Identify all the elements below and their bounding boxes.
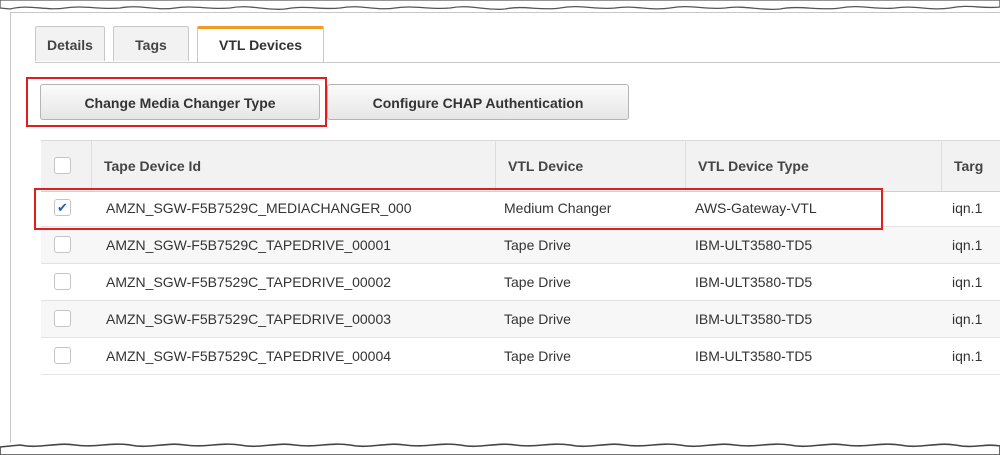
row-checkbox[interactable]	[54, 347, 71, 364]
table-row[interactable]: AMZN_SGW-F5B7529C_TAPEDRIVE_00004 Tape D…	[41, 338, 1000, 375]
vtl-device-cell: Tape Drive	[504, 311, 571, 327]
tape-device-id-cell: AMZN_SGW-F5B7529C_TAPEDRIVE_00001	[106, 237, 392, 253]
tab-details[interactable]: Details	[35, 26, 105, 61]
vtl-device-cell: Tape Drive	[504, 237, 571, 253]
target-cell: iqn.1	[952, 348, 983, 364]
column-header-tape-device-id[interactable]: Tape Device Id	[91, 141, 495, 191]
target-cell: iqn.1	[952, 200, 983, 216]
vtl-device-cell: Tape Drive	[504, 274, 571, 290]
vtl-device-type-cell: IBM-ULT3580-TD5	[695, 237, 813, 253]
vtl-device-type-cell: IBM-ULT3580-TD5	[695, 274, 813, 290]
vtl-device-cell: Tape Drive	[504, 348, 571, 364]
table-row[interactable]: AMZN_SGW-F5B7529C_TAPEDRIVE_00003 Tape D…	[41, 301, 1000, 338]
tape-device-id-cell: AMZN_SGW-F5B7529C_TAPEDRIVE_00002	[106, 274, 392, 290]
tape-device-id-cell: AMZN_SGW-F5B7529C_MEDIACHANGER_000	[106, 200, 412, 216]
row-checkbox[interactable]: ✔	[54, 199, 71, 216]
row-checkbox[interactable]	[54, 310, 71, 327]
vtl-device-type-cell: IBM-ULT3580-TD5	[695, 348, 813, 364]
vtl-device-type-cell: AWS-Gateway-VTL	[695, 200, 817, 216]
target-cell: iqn.1	[952, 311, 983, 327]
tab-tags[interactable]: Tags	[113, 26, 189, 61]
row-checkbox[interactable]	[54, 273, 71, 290]
configure-chap-authentication-button[interactable]: Configure CHAP Authentication	[327, 84, 629, 120]
vtl-device-cell: Medium Changer	[504, 200, 612, 216]
row-checkbox[interactable]	[54, 236, 71, 253]
header-select-all-cell	[41, 141, 91, 191]
change-media-changer-type-button[interactable]: Change Media Changer Type	[40, 84, 320, 120]
vtl-device-type-cell: IBM-ULT3580-TD5	[695, 311, 813, 327]
tab-vtl-devices[interactable]: VTL Devices	[197, 26, 324, 63]
tab-bar-divider	[35, 62, 1000, 63]
checkmark-icon: ✔	[57, 200, 68, 215]
table-header: Tape Device Id VTL Device VTL Device Typ…	[41, 140, 1000, 192]
tape-device-id-cell: AMZN_SGW-F5B7529C_TAPEDRIVE_00004	[106, 348, 392, 364]
column-header-vtl-device[interactable]: VTL Device	[495, 141, 685, 191]
torn-edge-bottom	[0, 443, 1000, 455]
column-header-vtl-device-type[interactable]: VTL Device Type	[685, 141, 941, 191]
table-row[interactable]: ✔ AMZN_SGW-F5B7529C_MEDIACHANGER_000 Med…	[41, 190, 1000, 227]
table-row[interactable]: AMZN_SGW-F5B7529C_TAPEDRIVE_00002 Tape D…	[41, 264, 1000, 301]
tape-device-id-cell: AMZN_SGW-F5B7529C_TAPEDRIVE_00003	[106, 311, 392, 327]
target-cell: iqn.1	[952, 237, 983, 253]
select-all-checkbox[interactable]	[54, 157, 71, 174]
table-row[interactable]: AMZN_SGW-F5B7529C_TAPEDRIVE_00001 Tape D…	[41, 227, 1000, 264]
column-header-target[interactable]: Targ	[941, 141, 1000, 191]
target-cell: iqn.1	[952, 274, 983, 290]
